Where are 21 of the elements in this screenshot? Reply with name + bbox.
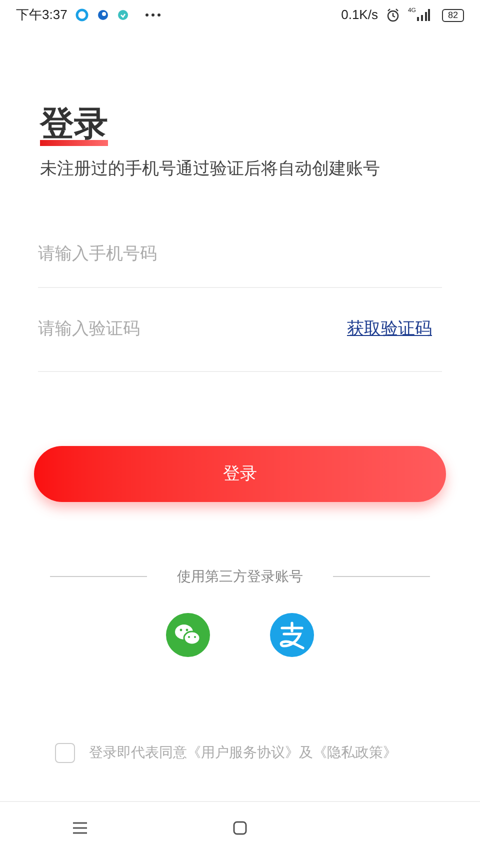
third-party-label: 使用第三方登录账号 <box>177 566 303 586</box>
phone-field[interactable]: 请输入手机号码 <box>38 241 442 267</box>
more-icon <box>145 13 162 17</box>
menu-icon[interactable] <box>73 822 87 834</box>
subtitle: 未注册过的手机号通过验证后将自动创建账号 <box>40 158 381 180</box>
wechat-login-icon[interactable] <box>166 612 210 656</box>
notification-app-icon <box>117 9 130 21</box>
notification-app-icon <box>97 9 110 21</box>
get-code-link[interactable]: 获取验证码 <box>347 316 432 342</box>
login-button[interactable]: 登录 <box>34 446 446 502</box>
code-field[interactable]: 请输入验证码 <box>38 316 347 342</box>
signal-icon <box>416 9 430 21</box>
battery-indicator: 82 <box>442 8 464 22</box>
status-time: 下午3:37 <box>16 6 68 24</box>
alipay-login-icon[interactable] <box>270 612 314 656</box>
agreement-checkbox[interactable] <box>55 742 75 762</box>
agreement-text: 登录即代表同意《用户服务协议》及《隐私政策》 <box>89 743 397 762</box>
alarm-icon <box>386 8 400 22</box>
home-icon[interactable] <box>233 820 247 834</box>
notification-ring-icon <box>75 8 90 22</box>
network-speed: 0.1K/s <box>341 6 378 24</box>
